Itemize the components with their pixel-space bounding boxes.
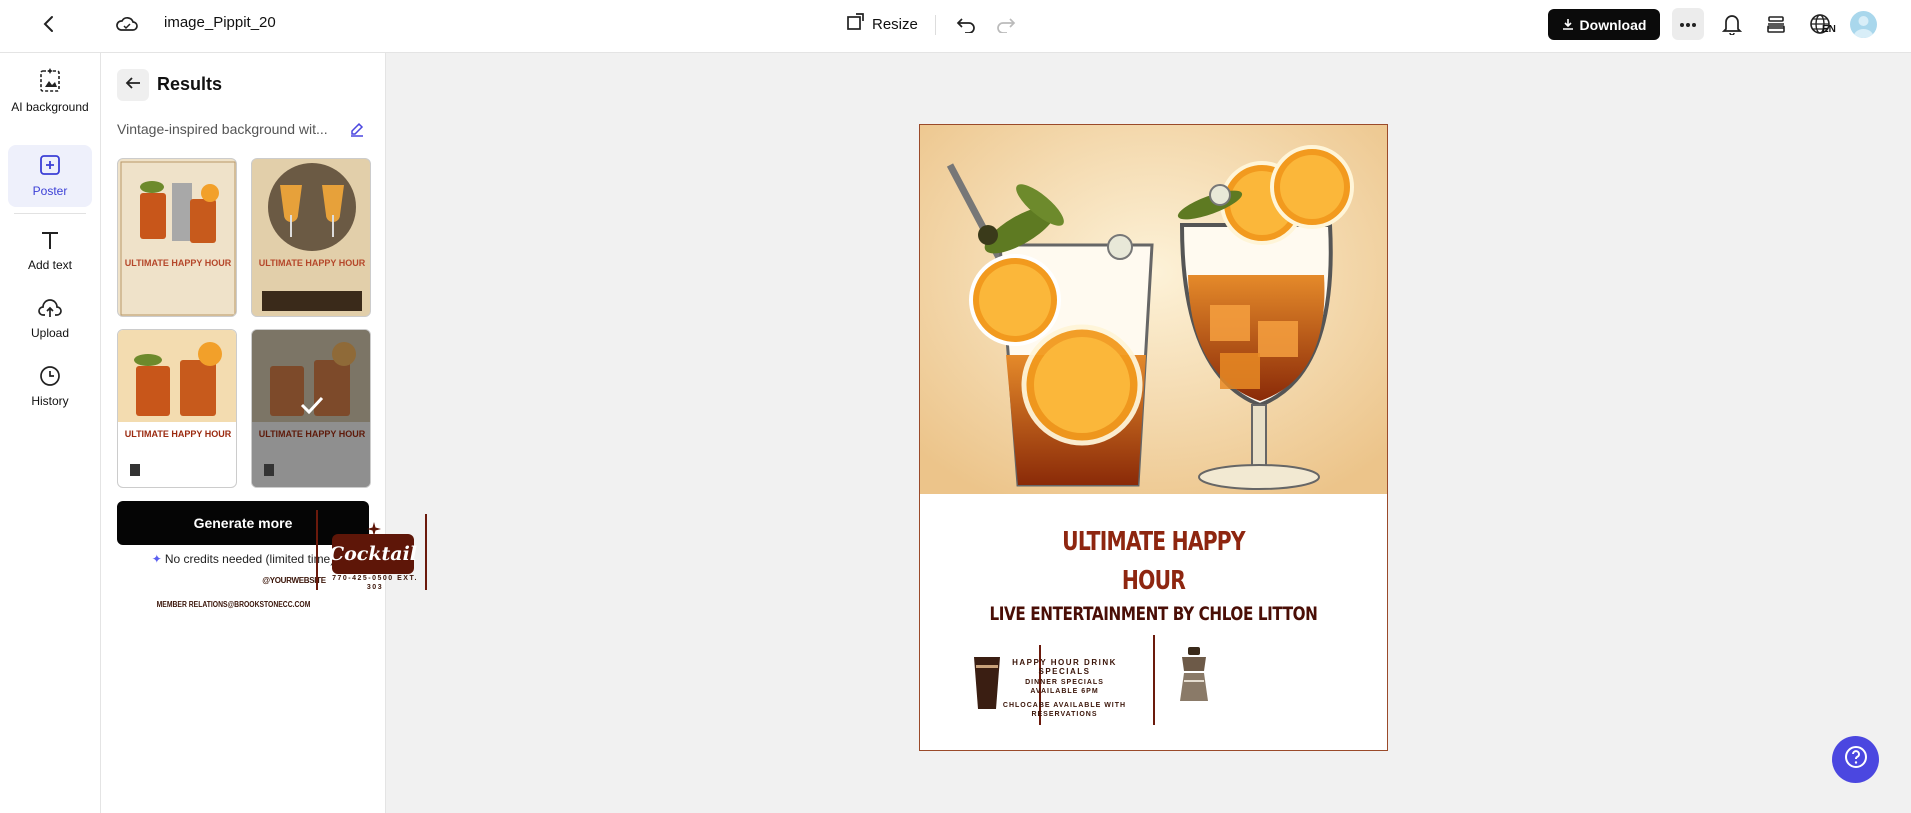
- result-thumbnail-1[interactable]: ULTIMATE HAPPY HOUR: [117, 158, 237, 317]
- thumbnail-title: ULTIMATE HAPPY HOUR: [124, 429, 232, 439]
- resize-button[interactable]: Resize: [846, 12, 918, 36]
- layers-stack-icon[interactable]: [1764, 12, 1788, 36]
- glass-cup-icon: [972, 655, 1002, 716]
- poster-divider: [1153, 635, 1155, 725]
- poster-icon: [38, 153, 62, 180]
- poster-col1-line2: DINNER SPECIALS AVAILABLE 6PM: [1025, 679, 1104, 695]
- pencil-edit-icon[interactable]: [349, 121, 365, 142]
- tool-rail: AI background Poster Add text Upload His…: [0, 53, 101, 813]
- poster-subtitle[interactable]: LIVE ENTERTAINMENT BY CHLOE LITTON: [967, 603, 1341, 625]
- result-thumbnail-3[interactable]: ULTIMATE HAPPY HOUR: [117, 329, 237, 488]
- top-bar: image_Pippit_20 Resize Download EN: [0, 0, 1911, 53]
- results-panel: Results Vintage-inspired background wit.…: [101, 53, 386, 813]
- upload-icon: [38, 297, 62, 322]
- cocktail-logo: Cocktail: [329, 534, 417, 574]
- undo-icon[interactable]: [955, 13, 977, 35]
- question-mark-icon: [1844, 745, 1868, 774]
- arrow-left-icon: [125, 76, 141, 95]
- rail-label-poster: Poster: [32, 184, 68, 198]
- result-thumbnail-4[interactable]: ULTIMATE HAPPY HOUR: [251, 329, 371, 488]
- poster-phone[interactable]: 770-425-0500 EXT. 303: [330, 574, 420, 592]
- poster-title-line-2: HOUR: [1121, 566, 1186, 596]
- ai-background-icon: [38, 67, 62, 96]
- poster-col1-line3: CHLOCABE AVAILABLE WITH RESERVATIONS: [1002, 702, 1127, 718]
- poster-canvas[interactable]: ULTIMATE HAPPY HOUR LIVE ENTERTAINMENT B…: [919, 124, 1388, 751]
- file-name[interactable]: image_Pippit_20: [164, 14, 276, 31]
- more-dots-icon: [1679, 15, 1697, 33]
- help-button[interactable]: [1832, 736, 1879, 783]
- rail-divider: [14, 213, 86, 214]
- thumbnail-title: ULTIMATE HAPPY HOUR: [124, 258, 232, 268]
- rail-item-ai-background[interactable]: AI background: [8, 67, 92, 127]
- clock-icon: [39, 365, 61, 390]
- bell-icon[interactable]: [1720, 12, 1744, 36]
- more-options-button[interactable]: [1672, 8, 1704, 40]
- redo-icon[interactable]: [995, 13, 1017, 35]
- rail-item-history[interactable]: History: [8, 365, 92, 417]
- rail-item-add-text[interactable]: Add text: [8, 229, 92, 281]
- poster-col1-heading: HAPPY HOUR DRINK SPECIALS: [1012, 658, 1117, 676]
- panel-title: Results: [157, 74, 223, 94]
- language-code: EN: [1822, 24, 1836, 35]
- cloud-sync-icon[interactable]: [115, 13, 139, 35]
- poster-divider: [316, 510, 318, 590]
- thumbnail-title: ULTIMATE HAPPY HOUR: [258, 258, 366, 268]
- avatar[interactable]: [1850, 11, 1877, 38]
- sparkle-icon: ✦: [151, 552, 162, 566]
- checkmark-icon: [300, 396, 324, 419]
- download-icon: [1562, 17, 1574, 33]
- resize-label: Resize: [872, 15, 918, 33]
- rail-item-poster[interactable]: Poster: [8, 145, 92, 207]
- credits-note-text: No credits needed (limited time): [164, 552, 335, 566]
- poster-title[interactable]: ULTIMATE HAPPY HOUR: [971, 523, 1335, 601]
- rail-label-upload: Upload: [30, 326, 70, 340]
- cocktail-shaker-icon: [1174, 647, 1214, 708]
- result-thumbnail-2[interactable]: ULTIMATE HAPPY HOUR: [251, 158, 371, 317]
- panel-back-button[interactable]: [117, 69, 149, 101]
- back-chevron-icon[interactable]: [38, 13, 60, 35]
- poster-website[interactable]: @YOURWEBSITE: [244, 576, 344, 585]
- rail-item-upload[interactable]: Upload: [8, 297, 92, 349]
- download-label: Download: [1579, 16, 1647, 33]
- poster-footer-email[interactable]: MEMBER RELATIONS@BROOKSTONECC.COM: [35, 600, 432, 609]
- poster-divider: [425, 514, 427, 590]
- poster-title-line-1: ULTIMATE HAPPY: [1062, 527, 1245, 557]
- prompt-text[interactable]: Vintage-inspired background wit...: [117, 121, 343, 137]
- rail-label-ai-background: AI background: [11, 100, 89, 114]
- cocktail-illustration: [920, 125, 1387, 494]
- rail-label-add-text: Add text: [27, 258, 73, 272]
- poster-col1[interactable]: HAPPY HOUR DRINK SPECIALS DINNER SPECIAL…: [1002, 658, 1127, 719]
- toolbar-divider: [935, 15, 936, 35]
- download-button[interactable]: Download: [1548, 9, 1660, 40]
- rail-label-history: History: [31, 394, 69, 408]
- resize-icon: [846, 13, 864, 35]
- text-icon: [39, 229, 61, 254]
- thumbnail-title: ULTIMATE HAPPY HOUR: [258, 429, 366, 439]
